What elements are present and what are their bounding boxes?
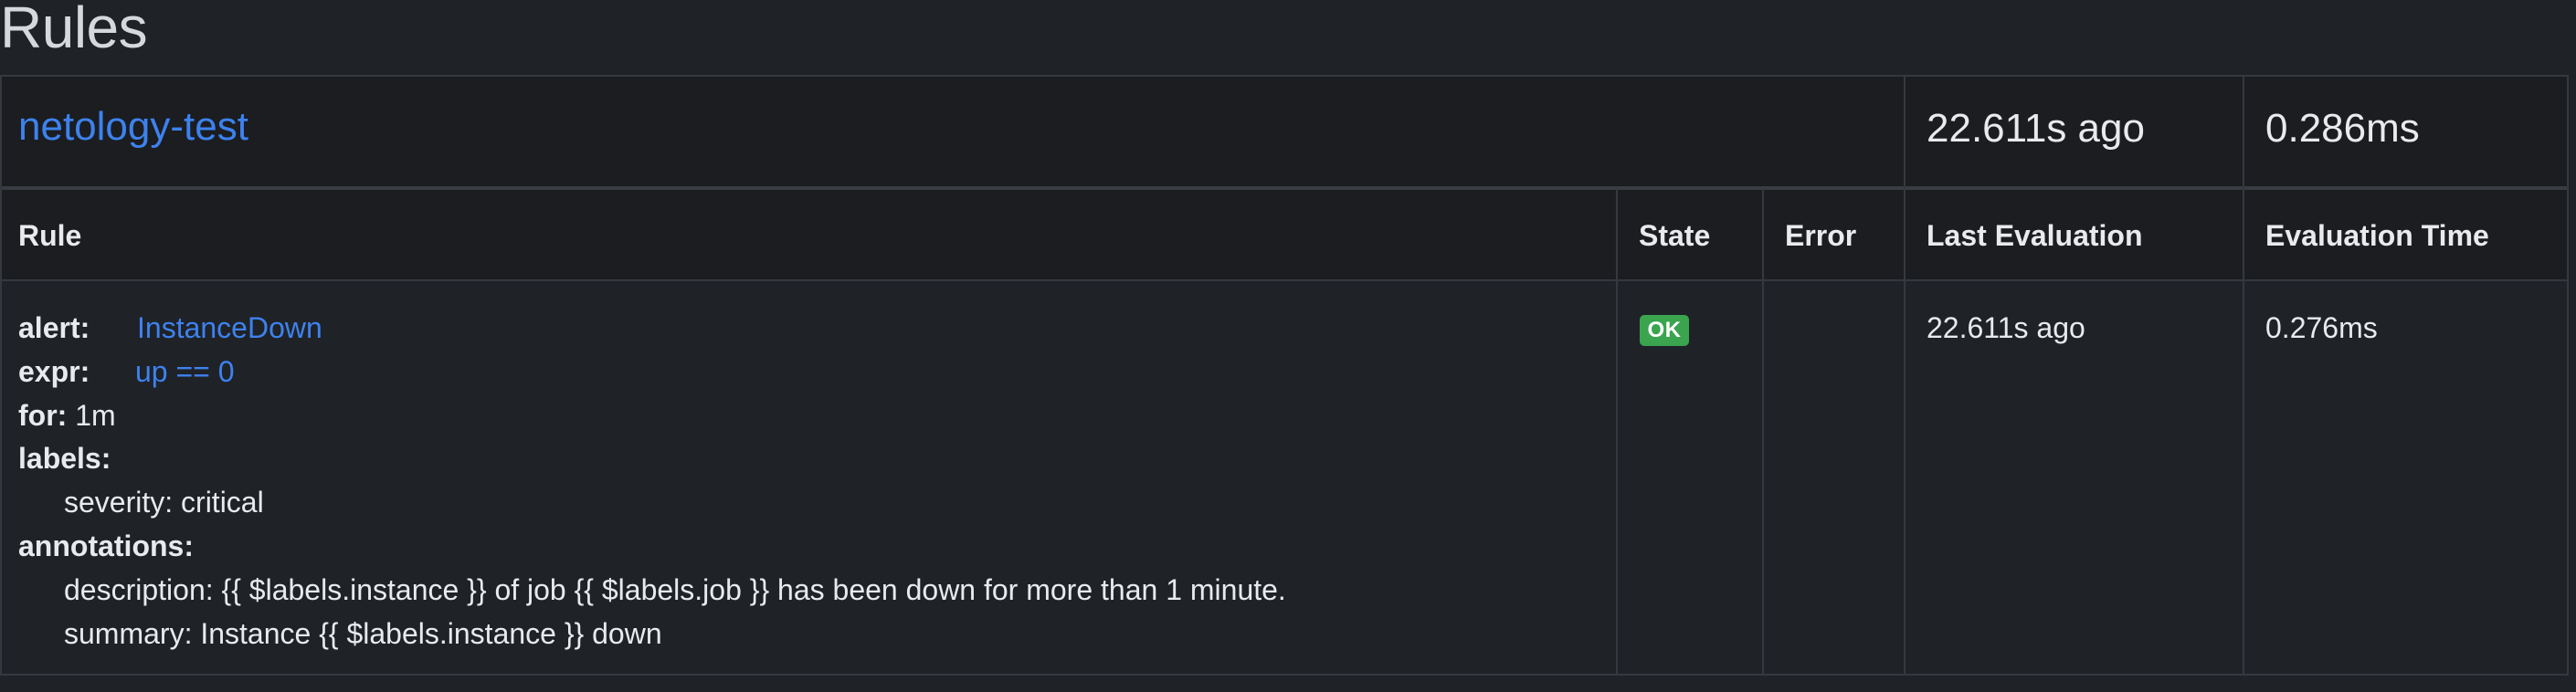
rule-group-name-link[interactable]: netology-test [18, 104, 248, 150]
rule-expr-line: expr: up == 0 [18, 351, 1286, 394]
expr-link[interactable]: up == 0 [135, 355, 235, 388]
rules-table: netology-test 22.611s ago 0.286ms Rule S… [0, 75, 2569, 676]
rule-alert-line: alert: InstanceDown [18, 307, 1286, 351]
column-header-state: State [1639, 219, 1711, 252]
annotation-item: summary: Instance {{ $labels.instance }}… [64, 616, 662, 650]
rule-last-evaluation: 22.611s ago [1927, 311, 2085, 344]
column-divider [1616, 188, 1618, 674]
column-header-last-evaluation: Last Evaluation [1927, 219, 2143, 252]
rule-annotations-line: annotations: [18, 525, 1286, 569]
for-value: 1m [75, 398, 116, 432]
rule-for-line: for: 1m [18, 394, 1286, 438]
table-divider [2, 186, 2567, 190]
table-divider [2, 279, 2567, 281]
rule-evaluation-time: 0.276ms [2265, 311, 2378, 344]
column-divider [2243, 77, 2244, 674]
alert-key: alert: [18, 311, 90, 344]
column-divider [1762, 188, 1764, 674]
for-key: for: [18, 398, 68, 432]
column-header-evaluation-time: Evaluation Time [2265, 219, 2489, 252]
column-header-rule: Rule [18, 219, 82, 252]
label-item: severity: critical [64, 486, 264, 519]
rule-labels-line: labels: [18, 437, 1286, 481]
group-last-evaluation: 22.611s ago [1927, 106, 2145, 151]
column-header-error: Error [1785, 219, 1857, 252]
group-evaluation-time: 0.286ms [2265, 106, 2420, 151]
annotations-key: annotations: [18, 529, 194, 562]
state-ok-badge: OK [1640, 315, 1689, 346]
annotation-item: description: {{ $labels.instance }} of j… [64, 572, 1286, 606]
column-divider [1904, 77, 1906, 674]
rule-definition: alert: InstanceDown expr: up == 0 for: 1m … [18, 307, 1286, 655]
alert-name-link[interactable]: InstanceDown [137, 311, 322, 344]
labels-key: labels: [18, 442, 111, 476]
expr-key: expr: [18, 354, 90, 388]
page-title: Rules [0, 0, 148, 60]
